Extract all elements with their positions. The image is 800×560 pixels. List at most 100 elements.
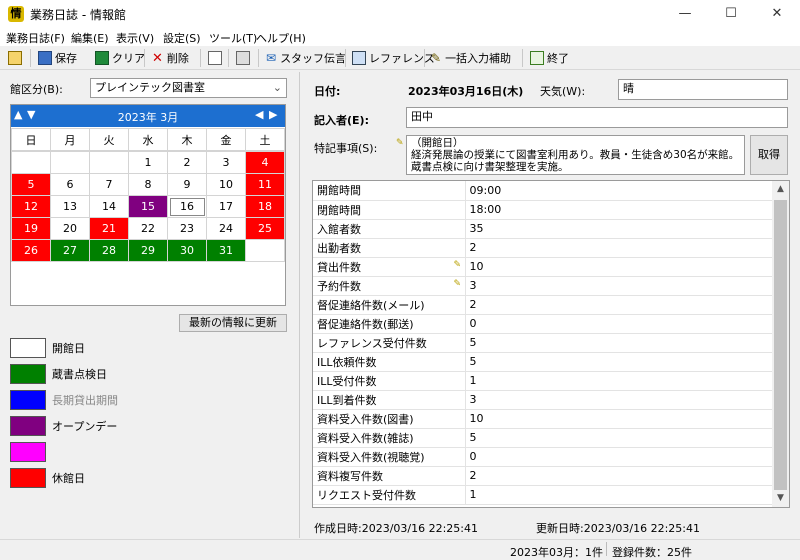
print-button[interactable] [236,48,253,68]
calendar-day[interactable]: 16 [167,195,207,218]
table-row[interactable]: 出勤者数 2 [313,238,773,258]
calendar-day[interactable]: 5 [11,173,51,196]
calendar-day[interactable]: 17 [206,195,246,218]
row-value-cell[interactable]: 2 [465,295,773,315]
menu-item-settings[interactable]: 設定(S) [163,30,201,46]
save-button[interactable]: 保存 [38,48,77,68]
next-month-icon[interactable]: ▶ [269,108,277,121]
table-row[interactable]: 資料複写件数 2 [313,466,773,486]
calendar-day[interactable]: 9 [167,173,207,196]
calendar-day[interactable]: 8 [128,173,168,196]
calendar-day[interactable]: 2 [167,151,207,174]
table-row[interactable]: 開館時間 09:00 [313,181,773,201]
row-value-cell[interactable]: 5 [465,333,773,353]
delete-button[interactable]: ✕ 削除 [152,48,189,68]
calendar-day[interactable]: 29 [128,239,168,262]
row-value-cell[interactable]: 0 [465,314,773,334]
menu-item-help[interactable]: ヘルプ(H) [256,30,306,46]
prev-month-icon[interactable]: ◀ [255,108,263,121]
table-row[interactable]: ILL到着件数 3 [313,390,773,410]
calendar-day[interactable]: 1 [128,151,168,174]
row-value: 09:00 [469,183,502,197]
vertical-scrollbar[interactable]: ▲ ▼ [772,181,789,507]
calendar-day[interactable]: 6 [50,173,90,196]
table-row[interactable]: 資料受入件数(図書) 10 [313,409,773,429]
weather-input[interactable]: 晴 [618,79,788,100]
table-row[interactable]: 入館者数 35 [313,219,773,239]
row-name: 資料受入件数(視聴覚) [313,447,466,467]
calendar-day[interactable]: 28 [89,239,129,262]
calendar-day[interactable]: 25 [245,217,285,240]
row-value-cell[interactable]: 3 [465,390,773,410]
table-row[interactable]: 督促連絡件数(メール) 2 [313,295,773,315]
calendar-day[interactable]: 12 [11,195,51,218]
row-value-cell[interactable]: 10 [465,409,773,429]
calendar-day[interactable]: 31 [206,239,246,262]
table-row[interactable]: ILL受付件数 1 [313,371,773,391]
row-value-cell[interactable]: ✎ 10 [454,257,773,277]
table-row[interactable]: ILL依頼件数 5 [313,352,773,372]
table-row[interactable]: 督促連絡件数(郵送) 0 [313,314,773,334]
calendar-day[interactable]: 13 [50,195,90,218]
calendar-day[interactable]: 14 [89,195,129,218]
row-name: 資料複写件数 [313,466,466,486]
calendar-day[interactable]: 3 [206,151,246,174]
clear-button[interactable]: クリア [95,48,145,68]
calendar-day[interactable]: 4 [245,151,285,174]
row-value-cell[interactable]: ✎ 3 [454,276,773,296]
reference-button[interactable]: レファレンス [352,48,435,68]
row-value-cell[interactable]: 35 [465,219,773,239]
notes-textarea[interactable]: （開館日） 経済発展論の授業にて図書室利用あり。教員・生徒含め30名が来館。 蔵… [406,135,745,175]
scrollbar-thumb[interactable] [774,200,787,490]
staff-message-button[interactable]: ✉ スタッフ伝言 [266,48,346,68]
branch-select[interactable]: プレインテック図書室 ⌄ [90,78,287,98]
calendar-day[interactable]: 11 [245,173,285,196]
close-button[interactable]: ✕ [754,0,800,28]
calendar-day[interactable]: 18 [245,195,285,218]
calendar-day[interactable]: 10 [206,173,246,196]
menu-item-file[interactable]: 業務日誌(F) [6,30,65,46]
scroll-up-icon[interactable]: ▲ [772,181,789,198]
calendar-day[interactable]: 19 [11,217,51,240]
calendar-day[interactable]: 22 [128,217,168,240]
lock-button[interactable] [8,48,25,68]
menu-item-view[interactable]: 表示(V) [116,30,154,46]
minimize-button[interactable]: — [662,0,708,28]
calendar-day[interactable]: 23 [167,217,207,240]
calendar-day[interactable]: 24 [206,217,246,240]
table-row[interactable]: 資料受入件数(視聴覚) 0 [313,447,773,467]
scroll-down-icon[interactable]: ▼ [772,490,789,507]
new-document-button[interactable] [208,48,225,68]
row-value-cell[interactable]: 2 [465,238,773,258]
fetch-button[interactable]: 取得 [750,135,788,175]
recorder-input[interactable]: 田中 [406,107,788,128]
exit-button[interactable]: 終了 [530,48,569,68]
row-value-cell[interactable]: 1 [465,371,773,391]
row-value-cell[interactable]: 18:00 [465,200,773,220]
row-value-cell[interactable]: 5 [465,352,773,372]
menu-item-tools[interactable]: ツール(T) [209,30,257,46]
menu-item-edit[interactable]: 編集(E) [71,30,109,46]
bulk-input-button[interactable]: ✎ 一括入力補助 [431,48,511,68]
table-row[interactable]: 閉館時間 18:00 [313,200,773,220]
updated-datetime: 更新日時:2023/03/16 22:25:41 [536,522,701,535]
maximize-button[interactable]: ☐ [708,0,754,28]
calendar-day[interactable]: 7 [89,173,129,196]
table-row[interactable]: 予約件数 ✎ 3 [313,276,773,296]
row-value-cell[interactable]: 5 [465,428,773,448]
table-row[interactable]: 資料受入件数(雑誌) 5 [313,428,773,448]
row-value-cell[interactable]: 1 [465,485,773,505]
row-value-cell[interactable]: 0 [465,447,773,467]
calendar-day[interactable]: 27 [50,239,90,262]
table-row[interactable]: リクエスト受付件数 1 [313,485,773,505]
row-value-cell[interactable]: 2 [465,466,773,486]
calendar-day[interactable]: 26 [11,239,51,262]
table-row[interactable]: 貸出件数 ✎ 10 [313,257,773,277]
calendar-day[interactable]: 20 [50,217,90,240]
refresh-button[interactable]: 最新の情報に更新 [179,314,287,332]
table-row[interactable]: レファレンス受付件数 5 [313,333,773,353]
calendar-day[interactable]: 21 [89,217,129,240]
row-value-cell[interactable]: 09:00 [465,181,773,201]
calendar-day[interactable]: 30 [167,239,207,262]
calendar-day[interactable]: 15 [128,195,168,218]
